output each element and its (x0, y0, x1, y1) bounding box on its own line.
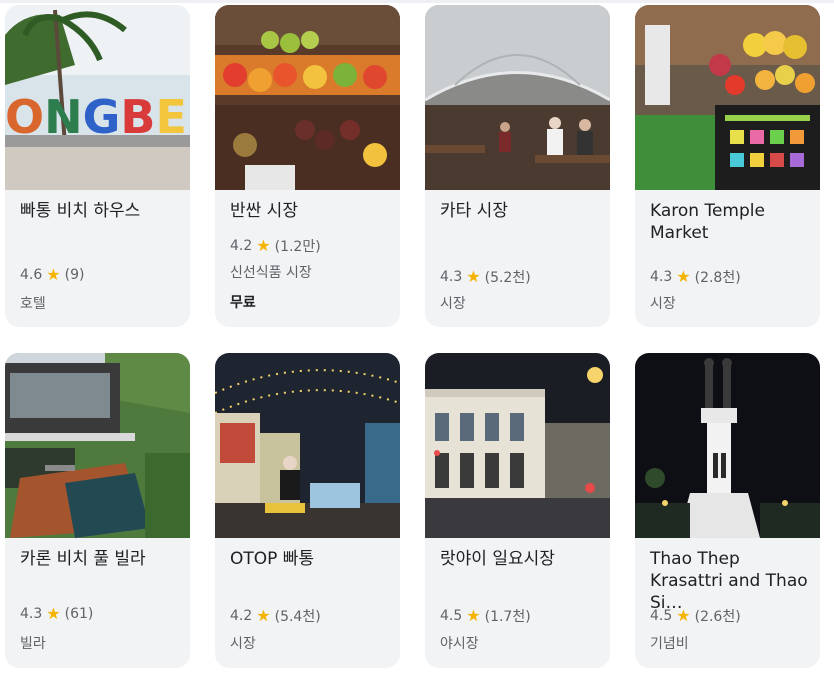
review-count: (2.8천) (694, 270, 741, 286)
place-photo[interactable] (635, 5, 820, 190)
place-rating: 4.5 ★ (1.7천) (440, 606, 531, 626)
review-count: (1.7천) (484, 609, 531, 625)
place-title[interactable]: OTOP 빠통 (230, 548, 388, 570)
admission-fee: 무료 (230, 295, 256, 311)
review-count: (5.4천) (274, 609, 321, 625)
place-card-kata-market[interactable]: 카타 시장 4.3 ★ (5.2천) 시장 (425, 5, 610, 327)
star-icon: ★ (256, 236, 271, 255)
rating-score: 4.2 (230, 238, 253, 254)
place-category: 시장 (440, 296, 466, 312)
review-count: (9) (64, 267, 85, 283)
place-photo[interactable] (215, 353, 400, 538)
star-icon: ★ (46, 604, 61, 623)
rating-score: 4.3 (440, 269, 463, 285)
star-icon: ★ (676, 267, 691, 286)
beach-sign-letters: ONGBE (5, 90, 187, 144)
rating-score: 4.3 (650, 269, 673, 285)
place-photo[interactable]: ONGBE (5, 5, 190, 190)
place-title[interactable]: Karon Temple Market (650, 200, 808, 244)
place-title[interactable]: 카론 비치 풀 빌라 (20, 548, 178, 570)
review-count: (1.2만) (274, 239, 321, 255)
star-icon: ★ (466, 267, 481, 286)
place-category: 호텔 (20, 296, 46, 312)
review-count: (5.2천) (484, 270, 531, 286)
place-card-karon-temple-market[interactable]: Karon Temple Market 4.3 ★ (2.8천) 시장 (635, 5, 820, 327)
rating-score: 4.5 (440, 608, 463, 624)
star-icon: ★ (466, 606, 481, 625)
place-rating: 4.3 ★ (2.8천) (650, 267, 741, 287)
place-card-karon-beach-pool-villa[interactable]: 카론 비치 풀 빌라 4.3 ★ (61) 빌라 (5, 353, 190, 668)
place-rating: 4.6 ★ (9) (20, 265, 85, 284)
place-photo[interactable] (635, 353, 820, 538)
place-category: 기념비 (650, 636, 689, 652)
rating-score: 4.2 (230, 608, 253, 624)
place-card-patong-beach-house[interactable]: ONGBE 빠통 비치 하우스 4.6 ★ (9) 호텔 (5, 5, 190, 327)
place-category: 야시장 (440, 636, 479, 652)
rating-score: 4.6 (20, 267, 43, 283)
place-photo[interactable] (215, 5, 400, 190)
top-divider (0, 0, 834, 3)
star-icon: ★ (676, 606, 691, 625)
star-icon: ★ (256, 606, 271, 625)
place-card-otop-patong[interactable]: OTOP 빠통 4.2 ★ (5.4천) 시장 (215, 353, 400, 668)
star-icon: ★ (46, 265, 61, 284)
place-rating: 4.5 ★ (2.6천) (650, 606, 741, 626)
place-card-lard-yai-sunday-market[interactable]: 랏야이 일요시장 4.5 ★ (1.7천) 야시장 (425, 353, 610, 668)
rating-score: 4.3 (20, 606, 43, 622)
place-rating: 4.3 ★ (5.2천) (440, 267, 531, 287)
place-card-banzaan-market[interactable]: 반싼 시장 4.2 ★ (1.2만) 신선식품 시장 무료 (215, 5, 400, 327)
place-title[interactable]: 카타 시장 (440, 200, 598, 222)
place-card-heroines-monument[interactable]: Thao Thep Krasattri and Thao Si… 4.5 ★ (… (635, 353, 820, 668)
place-title[interactable]: 반싼 시장 (230, 200, 388, 222)
rating-score: 4.5 (650, 608, 673, 624)
place-category: 신선식품 시장 (230, 265, 312, 281)
place-photo[interactable] (425, 5, 610, 190)
place-rating: 4.2 ★ (5.4천) (230, 606, 321, 626)
place-category: 시장 (230, 636, 256, 652)
place-category: 빌라 (20, 636, 46, 652)
review-count: (61) (64, 606, 94, 622)
review-count: (2.6천) (694, 609, 741, 625)
place-title[interactable]: Thao Thep Krasattri and Thao Si… (650, 548, 808, 614)
place-category: 시장 (650, 296, 676, 312)
place-rating: 4.2 ★ (1.2만) (230, 236, 321, 256)
place-rating: 4.3 ★ (61) (20, 604, 94, 623)
place-photo[interactable] (5, 353, 190, 538)
place-photo[interactable] (425, 353, 610, 538)
place-title[interactable]: 빠통 비치 하우스 (20, 200, 178, 222)
place-title[interactable]: 랏야이 일요시장 (440, 548, 598, 570)
